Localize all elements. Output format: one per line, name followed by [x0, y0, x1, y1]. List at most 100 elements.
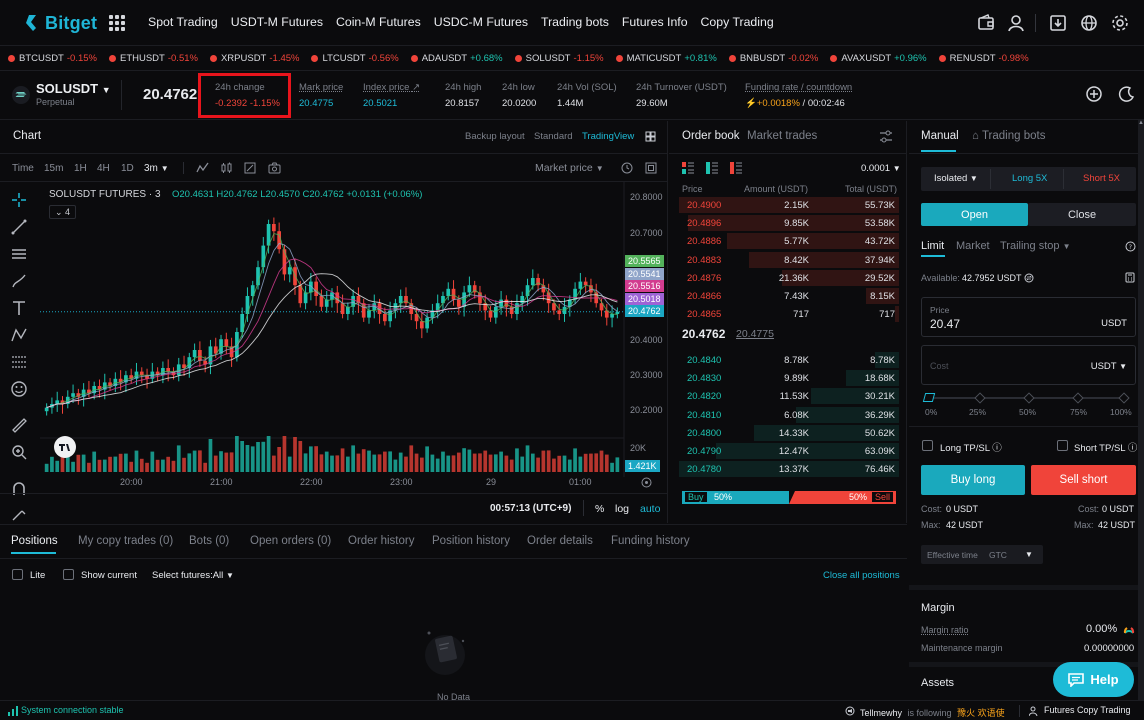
view-bids-icon[interactable] [706, 162, 718, 174]
ticker-item[interactable]: SOLUSDT -1.15% [514, 53, 604, 64]
order-type-limit[interactable]: Limit [921, 240, 944, 252]
positions-tab[interactable]: Open orders (0) [250, 535, 331, 547]
help-circle-icon[interactable]: ? [1125, 241, 1136, 252]
tf-4h[interactable]: 4H [97, 163, 110, 174]
close-tab-button[interactable]: Close [1028, 203, 1136, 226]
buy-long-button[interactable]: Buy long [921, 465, 1025, 495]
clock-settings-icon[interactable] [621, 162, 633, 174]
ask-row[interactable]: 20.4900 2.15K 55.73K [679, 196, 899, 214]
nav-copy-trading[interactable]: Copy Trading [701, 15, 774, 29]
tf-3m[interactable]: 3m ▼ [144, 163, 169, 174]
ask-row[interactable]: 20.4896 9.85K 53.58K [679, 214, 899, 232]
short-tpsl-checkbox[interactable] [1057, 440, 1068, 451]
ruler-icon[interactable] [10, 416, 28, 434]
lock-drawings-icon[interactable] [10, 505, 28, 523]
ticker-item[interactable]: LTCUSDT -0.56% [311, 53, 399, 64]
drawing-edit-icon[interactable] [244, 162, 256, 174]
view-asks-icon[interactable] [730, 162, 742, 174]
language-globe-icon[interactable] [1079, 13, 1099, 33]
layout-standard[interactable]: Standard [534, 131, 573, 142]
crosshair-icon[interactable] [10, 191, 28, 209]
positions-tab[interactable]: Positions [11, 535, 58, 547]
bitget-logo[interactable]: Bitget [24, 12, 97, 34]
tab-market-trades[interactable]: Market trades [747, 130, 817, 142]
positions-tab[interactable]: Funding history [611, 535, 690, 547]
bid-row[interactable]: 20.4820 11.53K 30.21K [679, 387, 899, 405]
tradingview-logo[interactable] [54, 436, 76, 458]
scroll-up-icon[interactable]: ▲ [1138, 120, 1144, 132]
tf-1d[interactable]: 1D [121, 163, 134, 174]
filter-sliders-icon[interactable] [879, 130, 893, 143]
text-tool-icon[interactable] [10, 299, 28, 317]
scale-auto[interactable]: auto [640, 503, 660, 515]
tab-trading-bots[interactable]: ⌂ Trading bots [972, 130, 1045, 142]
ask-row[interactable]: 20.4876 21.36K 29.52K [679, 269, 899, 287]
positions-tab[interactable]: Order details [527, 535, 593, 547]
layout-grid-icon[interactable] [645, 131, 656, 142]
tab-manual[interactable]: Manual [921, 130, 959, 142]
tf-15m[interactable]: 15m [44, 163, 63, 174]
wallet-icon[interactable] [976, 13, 996, 33]
layout-tradingview[interactable]: TradingView [582, 131, 634, 142]
ask-row[interactable]: 20.4866 7.43K 8.15K [679, 287, 899, 305]
nav-usdc-m-futures[interactable]: USDC-M Futures [434, 15, 528, 29]
positions-tab[interactable]: Position history [432, 535, 510, 547]
lite-checkbox[interactable] [12, 569, 23, 580]
bid-row[interactable]: 20.4800 14.33K 50.62K [679, 424, 899, 442]
tf-time[interactable]: Time [12, 163, 34, 174]
positions-tab[interactable]: My copy trades (0) [78, 535, 173, 547]
ask-row[interactable]: 20.4883 8.42K 37.94K [679, 251, 899, 269]
instrument-selector[interactable]: SOLUSDT ▼ [36, 81, 111, 96]
help-circle-icon[interactable]: ⓘ [992, 443, 1002, 454]
bid-row[interactable]: 20.4830 9.89K 18.68K [679, 369, 899, 387]
nav-spot-trading[interactable]: Spot Trading [148, 15, 218, 29]
effective-time-select[interactable]: Effective time GTC ▼ [921, 545, 1043, 564]
ticker-item[interactable]: ETHUSDT -0.51% [108, 53, 198, 64]
tab-order-book[interactable]: Order book [682, 130, 740, 142]
positions-tab[interactable]: Order history [348, 535, 414, 547]
transfer-icon[interactable] [1024, 273, 1034, 283]
ticker-item[interactable]: BTCUSDT -0.15% [8, 53, 97, 64]
bid-row[interactable]: 20.4790 12.47K 63.09K [679, 442, 899, 460]
cost-input[interactable]: Cost USDT ▼ [921, 345, 1136, 385]
stat-index-price[interactable]: Index price ↗ 20.5021 [363, 82, 420, 109]
calculator-icon[interactable] [1125, 272, 1135, 283]
help-chat-button[interactable]: Help [1053, 662, 1134, 697]
price-input[interactable]: Price 20.47 USDT [921, 297, 1136, 337]
order-type-market[interactable]: Market [956, 240, 990, 252]
ticker-item[interactable]: AVAXUSDT +0.96% [830, 53, 927, 64]
short-leverage[interactable]: Short 5X [1083, 173, 1120, 184]
positions-tab[interactable]: Bots (0) [189, 535, 229, 547]
user-profile-icon[interactable] [1006, 13, 1026, 33]
margin-mode-select[interactable]: Isolated ▼ [934, 173, 978, 184]
brush-icon[interactable] [10, 272, 28, 290]
nav-coin-m-futures[interactable]: Coin-M Futures [336, 15, 421, 29]
emoji-icon[interactable] [10, 380, 28, 398]
settings-gear-icon[interactable] [1110, 13, 1130, 33]
price-chart[interactable] [40, 182, 668, 494]
download-icon[interactable] [1048, 13, 1068, 33]
bid-row[interactable]: 20.4840 8.78K 8.78K [679, 351, 899, 369]
select-futures-dropdown[interactable]: Select futures:All ▼ [152, 570, 234, 581]
ask-row[interactable]: 20.4886 5.77K 43.72K [679, 232, 899, 250]
nav-trading-bots[interactable]: Trading bots [541, 15, 609, 29]
theme-toggle-icon[interactable] [1118, 85, 1136, 103]
bid-row[interactable]: 20.4810 6.08K 36.29K [679, 406, 899, 424]
fib-levels-icon[interactable] [10, 353, 28, 371]
cost-unit-select[interactable]: USDT ▼ [1091, 361, 1127, 372]
pattern-tool-icon[interactable] [10, 326, 28, 344]
chart-settings-icon[interactable] [641, 477, 652, 488]
precision-select[interactable]: 0.0001 ▼ [861, 163, 901, 174]
long-tpsl-checkbox[interactable] [922, 440, 933, 451]
magnet-icon[interactable] [10, 480, 28, 498]
screenshot-camera-icon[interactable] [268, 162, 281, 174]
open-tab-button[interactable]: Open [921, 203, 1028, 226]
apps-grid-icon[interactable] [109, 15, 125, 31]
help-circle-icon[interactable]: ⓘ [1128, 443, 1138, 454]
futures-copy-trading-link[interactable]: Futures Copy Trading [1044, 705, 1131, 715]
indicators-icon[interactable] [196, 162, 209, 174]
close-all-positions-link[interactable]: Close all positions [823, 570, 900, 581]
ticker-item[interactable]: ADAUSDT +0.68% [410, 53, 503, 64]
scale-log[interactable]: log [615, 503, 629, 515]
bid-row[interactable]: 20.4780 13.37K 76.46K [679, 460, 899, 478]
